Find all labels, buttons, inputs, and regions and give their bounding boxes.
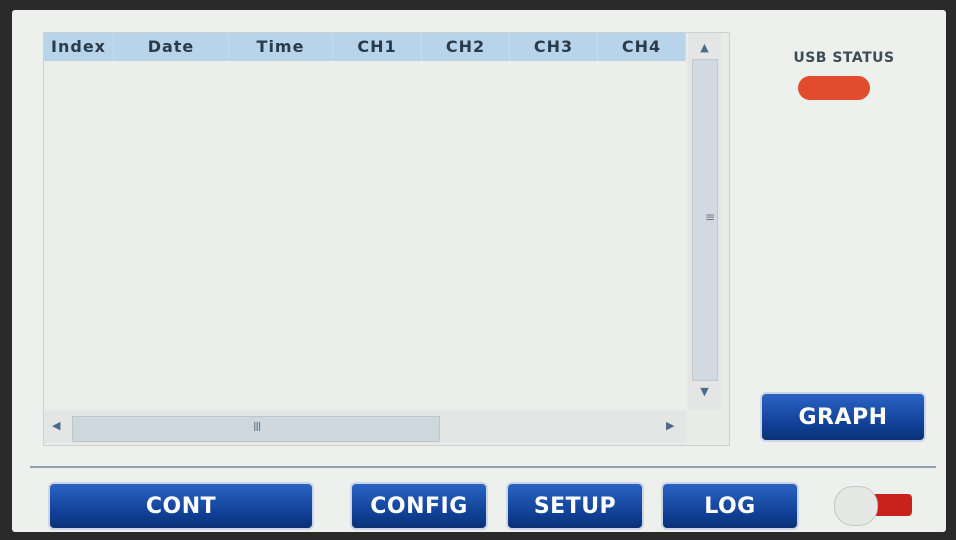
horizontal-grip-icon[interactable]: Ⅲ (253, 420, 261, 434)
column-header-ch2[interactable]: CH2 (422, 33, 510, 61)
horizontal-scrollbar[interactable]: ◀ Ⅲ ▶ (44, 411, 686, 443)
column-header-index[interactable]: Index (44, 33, 114, 61)
log-table: Index Date Time CH1 CH2 CH3 CH4 ▲ ≡ ▼ ◀ … (43, 32, 730, 446)
device-screen: Index Date Time CH1 CH2 CH3 CH4 ▲ ≡ ▼ ◀ … (12, 10, 946, 532)
power-toggle[interactable] (834, 486, 914, 526)
vertical-scrollbar[interactable]: ▲ ≡ ▼ (688, 33, 721, 409)
setup-button[interactable]: SETUP (506, 482, 644, 530)
column-header-time[interactable]: Time (229, 33, 333, 61)
column-header-ch3[interactable]: CH3 (510, 33, 598, 61)
vertical-scroll-track[interactable]: ≡ (692, 59, 718, 381)
usb-status-label: USB STATUS (793, 50, 895, 66)
table-header: Index Date Time CH1 CH2 CH3 CH4 (44, 33, 686, 61)
scroll-down-icon[interactable]: ▼ (688, 385, 721, 398)
graph-button[interactable]: GRAPH (760, 392, 926, 442)
scroll-up-icon[interactable]: ▲ (688, 41, 721, 54)
scroll-left-icon[interactable]: ◀ (52, 419, 60, 432)
log-button[interactable]: LOG (661, 482, 799, 530)
cont-button[interactable]: CONT (48, 482, 314, 530)
scroll-right-icon[interactable]: ▶ (666, 419, 674, 432)
vertical-grip-icon[interactable]: ≡ (705, 210, 715, 224)
column-header-date[interactable]: Date (114, 33, 229, 61)
horizontal-scroll-thumb[interactable]: Ⅲ (72, 416, 440, 442)
divider (30, 466, 936, 468)
column-header-ch4[interactable]: CH4 (598, 33, 686, 61)
config-button[interactable]: CONFIG (350, 482, 488, 530)
table-body[interactable] (44, 61, 686, 409)
usb-status-indicator (798, 76, 870, 100)
toggle-knob[interactable] (834, 486, 878, 526)
column-header-ch1[interactable]: CH1 (333, 33, 422, 61)
